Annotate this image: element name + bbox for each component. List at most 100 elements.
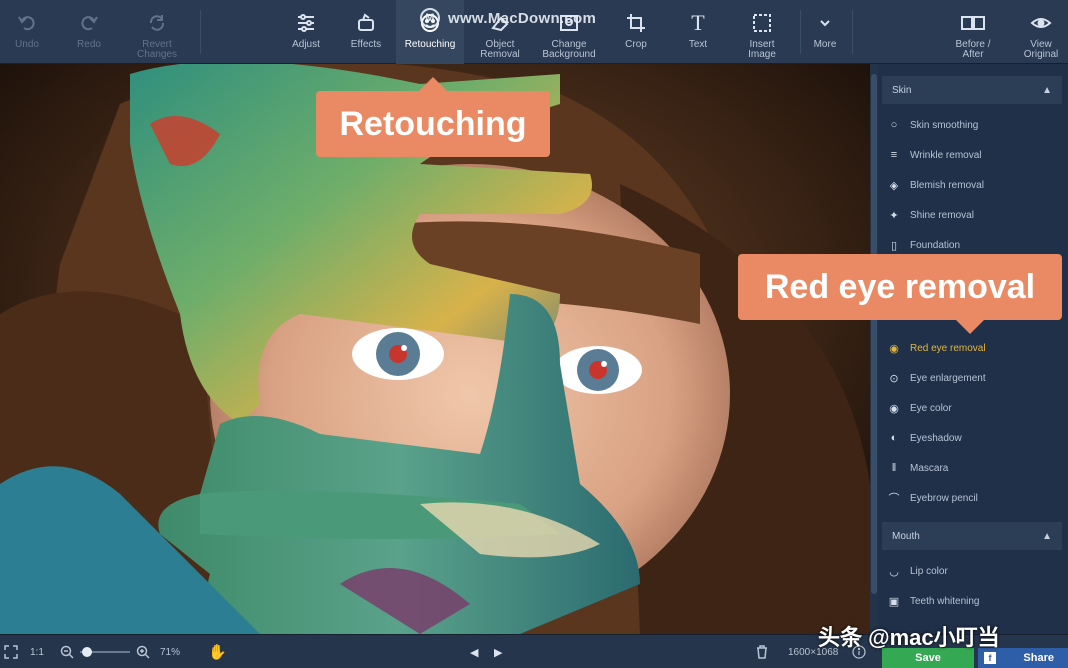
retouching-callout-arrow: [419, 77, 447, 91]
retouching-callout: Retouching: [316, 91, 550, 157]
foundation-bottle-icon: ▯: [890, 239, 898, 252]
item-label: Mascara: [910, 462, 949, 474]
retouching-panel: Skin ▲ ○ Skin smoothing ≡ Wrinkle remova…: [878, 64, 1068, 634]
fit-screen-icon[interactable]: [4, 635, 18, 668]
panel-item-shine-removal[interactable]: ✦ Shine removal: [886, 204, 1062, 226]
actual-size-button[interactable]: 1:1: [30, 635, 44, 668]
chevron-down-icon: [812, 10, 838, 36]
zoom-slider[interactable]: [80, 635, 130, 668]
next-image-icon[interactable]: ▶: [494, 635, 502, 668]
text-label: Text: [688, 39, 708, 50]
trash-icon[interactable]: [756, 635, 768, 668]
panel-item-eye-enlargement[interactable]: ⊙ Eye enlargement: [886, 367, 1062, 389]
crop-icon: [623, 10, 649, 36]
effects-label: Effects: [350, 39, 382, 50]
insert-image-button[interactable]: Insert Image: [734, 0, 790, 64]
sparkle-icon: ✦: [889, 209, 899, 222]
view-original-label: View Original: [1023, 39, 1059, 60]
undo-label: Undo: [15, 39, 39, 50]
mouth-section-header[interactable]: Mouth ▲: [882, 522, 1062, 550]
adjust-label: Adjust: [292, 39, 320, 50]
panel-item-foundation[interactable]: ▯ Foundation: [886, 234, 1062, 256]
text-icon: T: [691, 10, 705, 35]
crop-button[interactable]: Crop: [610, 0, 662, 64]
share-label: Share: [1023, 652, 1054, 664]
item-label: Lip color: [910, 565, 948, 577]
eye-icon: [1028, 10, 1054, 36]
item-label: Wrinkle removal: [910, 149, 982, 161]
zoom-slider-handle[interactable]: [82, 647, 92, 657]
before-after-icon: [960, 10, 986, 36]
previous-image-icon[interactable]: ◀: [470, 635, 478, 668]
skin-section-header[interactable]: Skin ▲: [882, 76, 1062, 104]
watermark-text: www.MacDown.com: [448, 9, 597, 27]
item-label: Skin smoothing: [910, 119, 979, 131]
redo-icon: [76, 10, 102, 36]
macdown-logo-icon: M: [420, 8, 440, 28]
change-background-label: Change Background: [542, 39, 596, 60]
circle-icon: ○: [890, 119, 898, 131]
crop-label: Crop: [625, 39, 647, 50]
eyeshadow-icon: ◐: [890, 432, 898, 444]
item-label: Eyeshadow: [910, 432, 962, 444]
red-eye-callout-text: Red eye removal: [764, 267, 1036, 306]
item-label: Red eye removal: [910, 342, 986, 354]
red-eye-callout-arrow: [956, 320, 984, 334]
zoom-level: 71%: [160, 635, 180, 668]
panel-item-teeth-whitening[interactable]: ▣ Teeth whitening: [886, 590, 1062, 612]
view-original-button[interactable]: View Original: [1014, 0, 1068, 64]
toolbar-divider: [200, 10, 201, 54]
eye-icon: ◉: [889, 342, 899, 355]
panel-item-eyeshadow[interactable]: ◐ Eyeshadow: [886, 427, 1062, 449]
revert-changes-button[interactable]: Revert Changes: [128, 0, 186, 64]
undo-button[interactable]: Undo: [4, 0, 50, 64]
watermark: M www.MacDown.com: [420, 6, 596, 30]
adjust-button[interactable]: Adjust: [278, 0, 334, 64]
retouching-label: Retouching: [404, 39, 456, 50]
redo-label: Redo: [77, 39, 101, 50]
mascara-icon: ‖: [891, 462, 897, 474]
panel-item-eye-color[interactable]: ◉ Eye color: [886, 397, 1062, 419]
panel-item-eyebrow-pencil[interactable]: ⌒ Eyebrow pencil: [886, 487, 1062, 509]
effects-button[interactable]: Effects: [338, 0, 394, 64]
before-after-label: Before / After: [955, 39, 991, 60]
item-label: Shine removal: [910, 209, 974, 221]
canvas-vertical-scrollbar[interactable]: [870, 64, 878, 634]
panel-item-red-eye-removal[interactable]: ◉ Red eye removal: [886, 337, 1062, 359]
item-label: Eye enlargement: [910, 372, 986, 384]
text-button[interactable]: T Text: [672, 0, 724, 64]
source-credit-watermark: 头条 @mac小叮当: [818, 620, 1000, 652]
scrollbar-thumb[interactable]: [871, 74, 877, 594]
redo-button[interactable]: Redo: [66, 0, 112, 64]
item-label: Eyebrow pencil: [910, 492, 978, 504]
mouth-header-label: Mouth: [892, 530, 920, 542]
diamond-icon: ◈: [889, 179, 899, 192]
insert-image-icon: [749, 10, 775, 36]
toolbar-divider: [852, 10, 853, 54]
zoom-level-label: 71%: [160, 646, 181, 658]
before-after-button[interactable]: Before / After: [944, 0, 1002, 64]
revert-icon: [144, 10, 170, 36]
panel-item-blemish-removal[interactable]: ◈ Blemish removal: [886, 174, 1062, 196]
zoom-out-icon[interactable]: [60, 635, 74, 668]
more-button[interactable]: More: [800, 0, 850, 64]
teeth-icon: ▣: [888, 595, 900, 608]
chevron-up-icon: ▲: [1042, 84, 1052, 96]
panel-item-wrinkle-removal[interactable]: ≡ Wrinkle removal: [886, 144, 1062, 166]
skin-header-label: Skin: [892, 84, 912, 96]
facebook-icon: f: [984, 652, 996, 664]
undo-icon: [14, 10, 40, 36]
item-label: Teeth whitening: [910, 595, 980, 607]
zoom-in-icon[interactable]: [136, 635, 150, 668]
hand-tool-icon[interactable]: ✋: [208, 635, 227, 668]
actual-size-label: 1:1: [30, 646, 44, 658]
wrinkle-icon: ≡: [890, 149, 898, 161]
eye-color-icon: ◉: [889, 402, 899, 415]
red-eye-removal-callout: Red eye removal: [738, 254, 1062, 320]
panel-item-mascara[interactable]: ‖ Mascara: [886, 457, 1062, 479]
revert-label: Revert Changes: [136, 39, 178, 60]
panel-item-lip-color[interactable]: ◡ Lip color: [886, 560, 1062, 582]
item-label: Eye color: [910, 402, 952, 414]
retouching-callout-text: Retouching: [339, 104, 527, 143]
panel-item-skin-smoothing[interactable]: ○ Skin smoothing: [886, 114, 1062, 136]
